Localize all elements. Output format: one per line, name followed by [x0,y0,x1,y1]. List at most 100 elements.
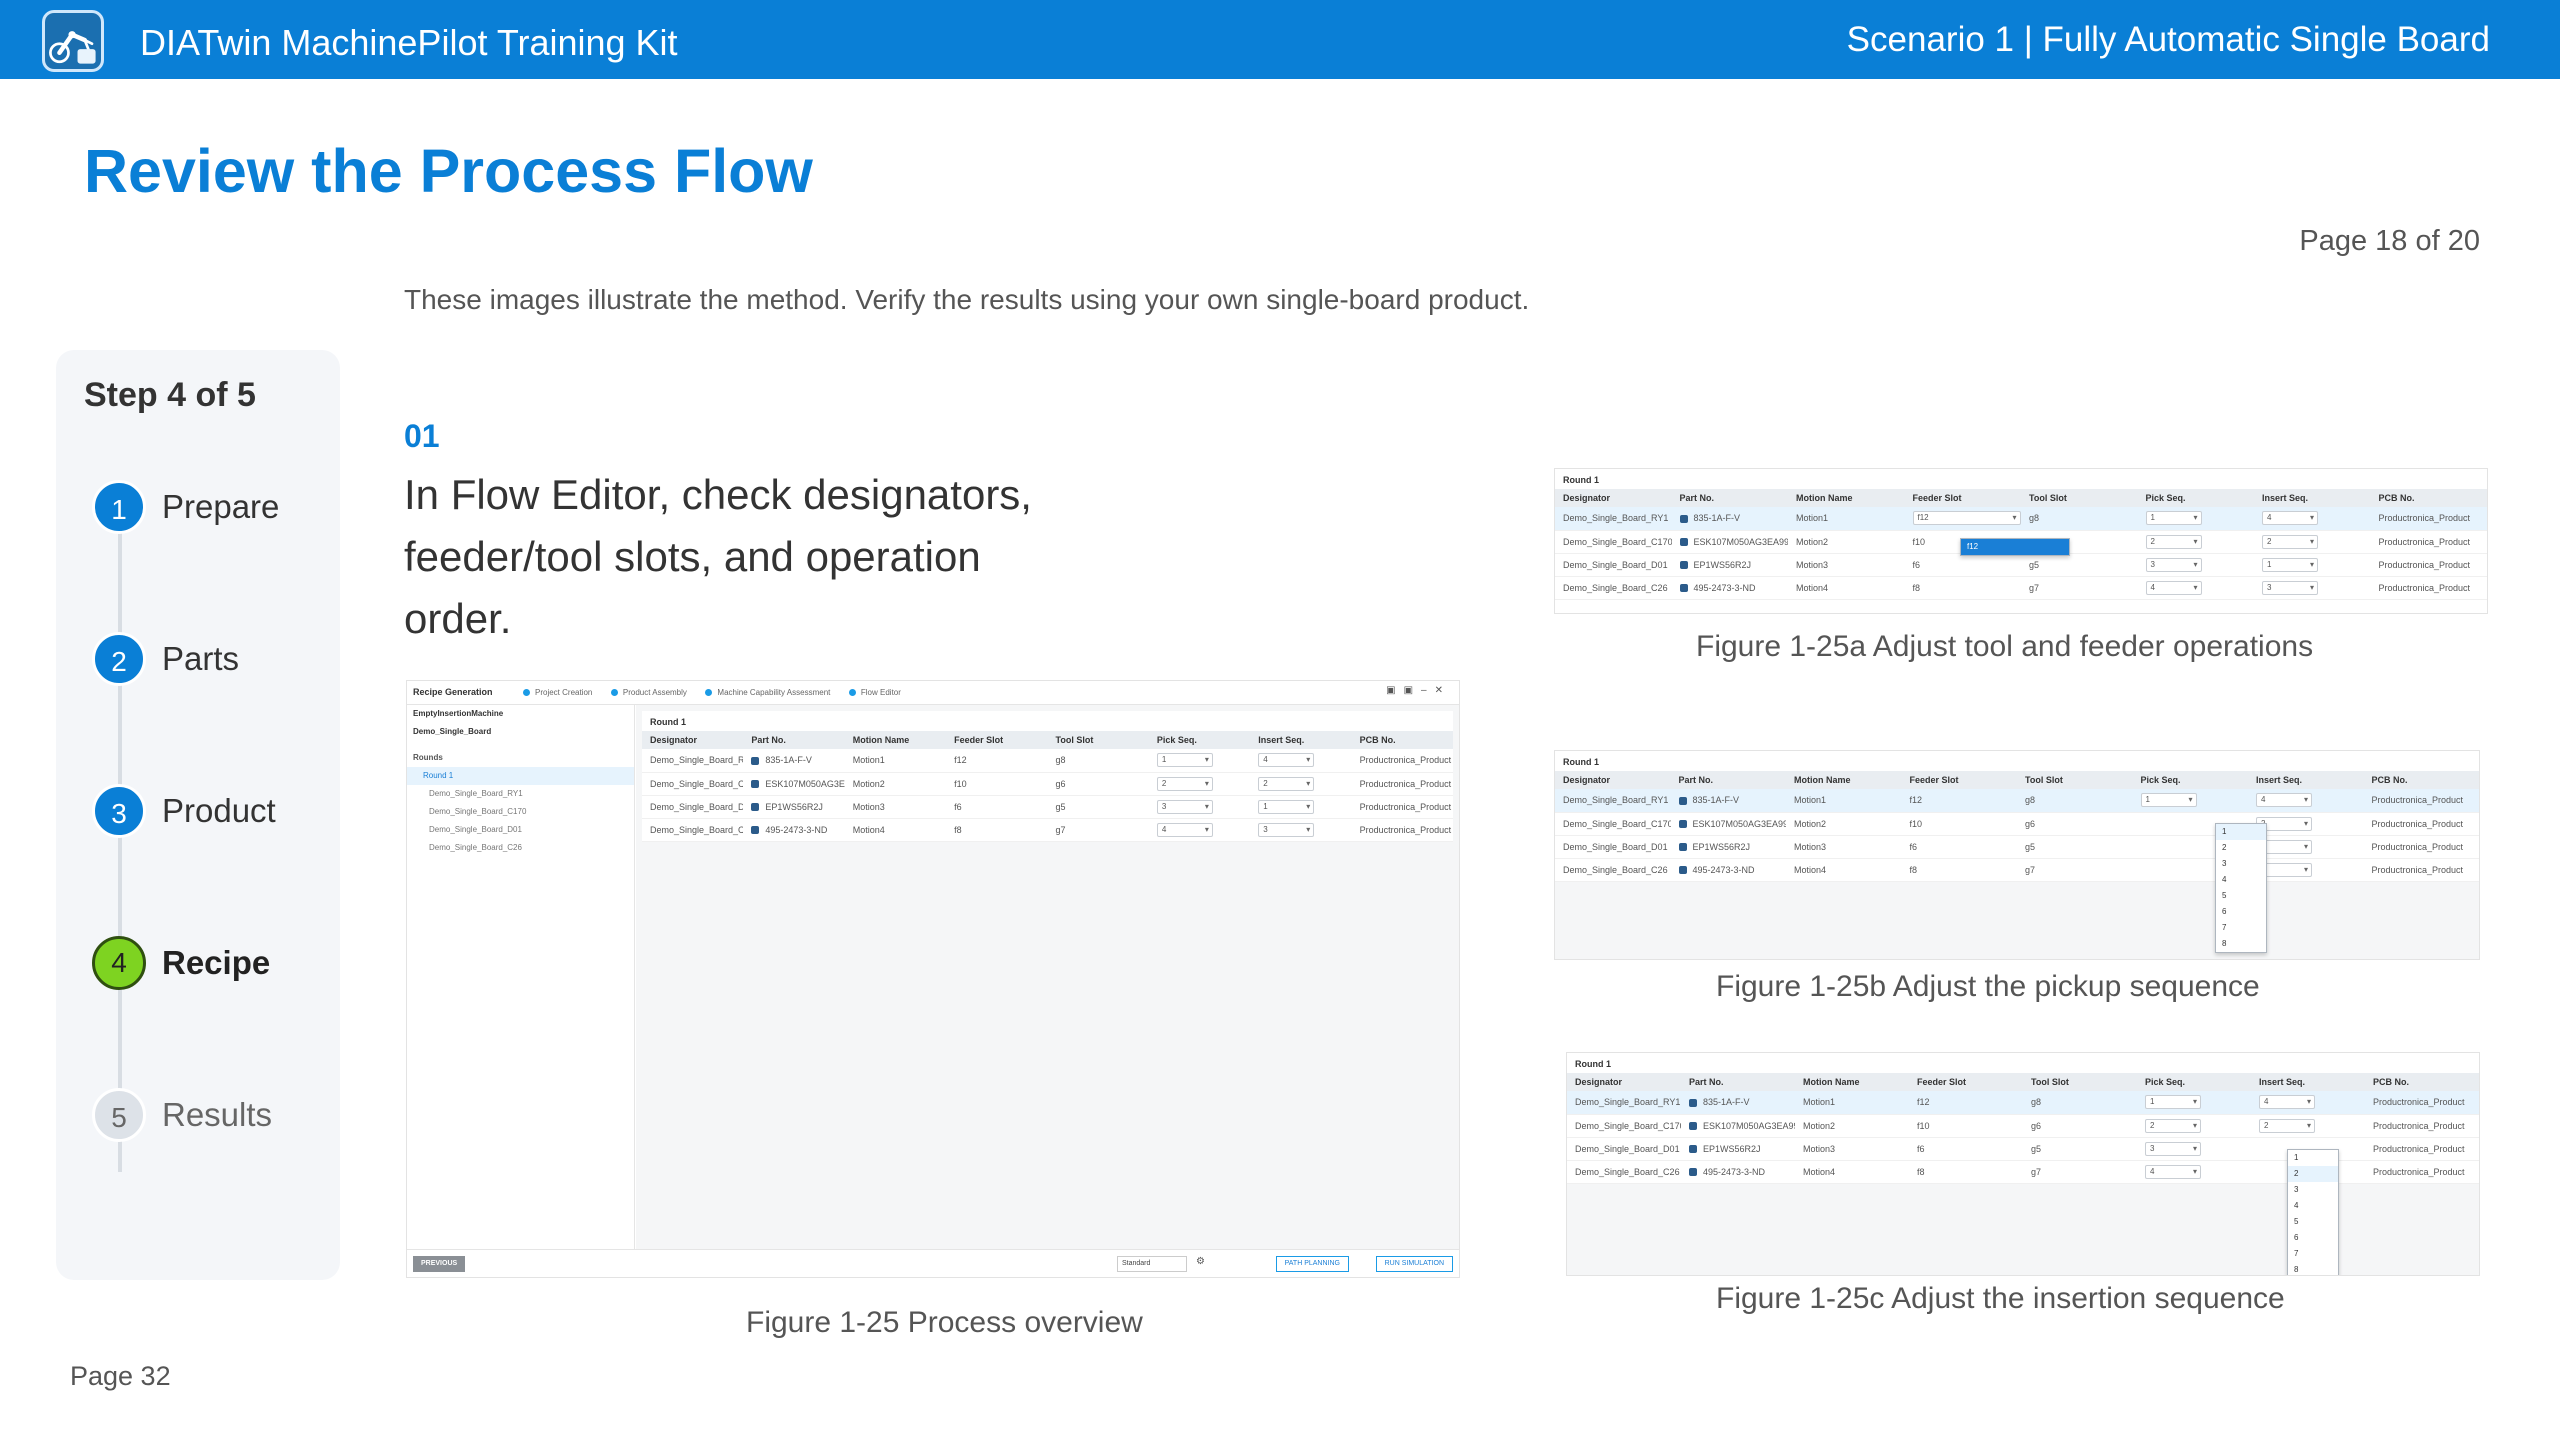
tree-machine[interactable]: EmptyInsertionMachine [407,705,634,723]
table-row[interactable]: Demo_Single_Board_RY1 835-1A-F-V Motion1… [1555,789,2479,813]
cell-feeder[interactable]: f10 [946,772,1048,796]
table-row[interactable]: Demo_Single_Board_D01 EP1WS56R2J Motion3… [1555,835,2479,859]
pick-seq-select[interactable]: 1 [2145,511,2202,526]
cell-feeder[interactable]: f8 [1904,576,2021,600]
cell-feeder[interactable]: f8 [946,818,1048,842]
dropdown-option[interactable]: f12 [1961,539,2069,555]
pick-seq-select[interactable]: 1 [2140,793,2197,808]
cell-tool[interactable]: g5 [1047,795,1149,819]
pick-seq-select[interactable]: 2 [1156,776,1213,791]
table-row[interactable]: Demo_Single_Board_D01 EP1WS56R2J Motion3… [1567,1137,2479,1161]
crumb-flow-editor[interactable]: Flow Editor [849,688,901,697]
cell-tool[interactable]: g7 [1047,818,1149,842]
cell-tool[interactable]: g8 [1047,749,1149,773]
tree-board[interactable]: Demo_Single_Board [407,723,634,741]
dropdown-option[interactable]: 8 [2288,1262,2338,1275]
tree-child[interactable]: Demo_Single_Board_D01 [407,821,634,839]
insert-seq-select[interactable]: 2 [2262,534,2318,549]
mode-select[interactable]: Standard [1117,1256,1187,1272]
dropdown-option[interactable]: 1 [2216,824,2266,840]
table-row[interactable]: Demo_Single_Board_RY1 835-1A-F-V Motion1… [1567,1091,2479,1115]
dropdown-option[interactable]: 4 [2216,872,2266,888]
crumb-product-assembly[interactable]: Product Assembly [611,688,687,697]
gear-icon[interactable]: ⚙ [1196,1256,1205,1267]
pick-seq-select[interactable]: 1 [2145,1095,2201,1110]
cell-tool[interactable]: g8 [2021,507,2138,531]
pick-seq-select[interactable]: 2 [2145,534,2202,549]
pick-seq-select[interactable]: 3 [2145,557,2202,572]
dropdown-option[interactable]: 3 [2216,856,2266,872]
step-product[interactable]: 3 Product [92,784,332,840]
cell-tool[interactable]: g7 [2021,576,2138,600]
window-controls[interactable]: ▣▣–✕ [1386,685,1451,696]
insert-seq-select[interactable]: 2 [1258,776,1315,791]
pick-seq-select[interactable]: 3 [2145,1141,2201,1156]
insert-seq-select[interactable]: 1 [1258,799,1315,814]
table-row[interactable]: Demo_Single_Board_C26 495-2473-3-ND Moti… [1555,858,2479,882]
dropdown-option[interactable]: 6 [2288,1230,2338,1246]
dropdown-option[interactable]: 3 [2288,1182,2338,1198]
dropdown-option[interactable]: 7 [2288,1246,2338,1262]
cell-tool[interactable]: g8 [2023,1091,2137,1115]
pick-seq-select[interactable]: 4 [2145,580,2202,595]
dropdown-option[interactable]: 8 [2216,936,2266,952]
crumb-machine-capability[interactable]: Machine Capability Assessment [705,688,830,697]
tree-child[interactable]: Demo_Single_Board_C170 [407,803,634,821]
insert-seq-select[interactable]: 4 [1258,753,1315,768]
tree-child[interactable]: Demo_Single_Board_C26 [407,839,634,857]
cell-tool[interactable]: g7 [2023,1160,2137,1184]
cell-feeder[interactable]: f6 [1909,1137,2023,1161]
cell-tool[interactable]: g6 [2023,1114,2137,1138]
pick-seq-select[interactable]: 4 [1156,822,1213,837]
pick-seq-select[interactable]: 1 [1156,753,1213,768]
run-simulation-button[interactable]: RUN SIMULATION [1375,1256,1453,1272]
dropdown-option[interactable]: 4 [2288,1198,2338,1214]
step-recipe[interactable]: 4 Recipe [92,936,332,992]
cell-tool[interactable]: g5 [2017,835,2133,859]
crumb-project-creation[interactable]: Project Creation [523,688,592,697]
insert-seq-select[interactable]: 3 [1258,822,1315,837]
step-prepare[interactable]: 1 Prepare [92,480,332,536]
previous-button[interactable]: PREVIOUS [413,1256,466,1272]
pick-seq-select[interactable]: 3 [1156,799,1213,814]
step-parts[interactable]: 2 Parts [92,632,332,688]
cell-feeder[interactable]: f12 [1901,789,2017,813]
cell-feeder[interactable]: f6 [946,795,1048,819]
table-row[interactable]: Demo_Single_Board_C170 ESK107M050AG3EA99… [1555,812,2479,836]
cell-feeder[interactable]: f12 [946,749,1048,773]
cell-tool[interactable]: g8 [2017,789,2133,813]
table-row[interactable]: Demo_Single_Board_C26 495-2473-3-ND Moti… [1555,576,2487,600]
insert-seq-select[interactable]: 2 [2259,1118,2315,1133]
table-row[interactable]: Demo_Single_Board_C26 495-2473-3-ND Moti… [642,818,1453,842]
cell-feeder[interactable]: f6 [1901,835,2017,859]
feeder-slot-select[interactable]: f12 [1912,511,2021,526]
cell-tool[interactable]: g6 [2017,812,2133,836]
cell-tool[interactable]: g5 [2023,1137,2137,1161]
dropdown-option[interactable]: 5 [2288,1214,2338,1230]
path-planning-button[interactable]: PATH PLANNING [1275,1256,1349,1272]
insert-seq-select[interactable]: 4 [2256,793,2312,808]
table-row[interactable]: Demo_Single_Board_D01 EP1WS56R2J Motion3… [1555,553,2487,577]
cell-feeder[interactable]: f10 [1901,812,2017,836]
step-results[interactable]: 5 Results [92,1088,332,1144]
insert-seq-select[interactable]: 1 [2262,557,2318,572]
dropdown-option[interactable]: 1 [2288,1150,2338,1166]
pick-seq-select[interactable]: 4 [2145,1164,2201,1179]
table-row[interactable]: Demo_Single_Board_C170 ESK107M050AG3EA99… [1567,1114,2479,1138]
cell-tool[interactable]: g6 [1047,772,1149,796]
table-row[interactable]: Demo_Single_Board_C26 495-2473-3-ND Moti… [1567,1160,2479,1184]
tree-round[interactable]: Round 1 [407,767,634,785]
dropdown-option[interactable]: 7 [2216,920,2266,936]
cell-feeder[interactable]: f12 [1909,1091,2023,1115]
dropdown-option[interactable]: 5 [2216,888,2266,904]
table-row[interactable]: Demo_Single_Board_RY1 835-1A-F-V Motion1… [1555,507,2487,531]
insert-seq-select[interactable]: 3 [2262,580,2318,595]
table-row[interactable]: Demo_Single_Board_D01 EP1WS56R2J Motion3… [642,795,1453,819]
insert-seq-select[interactable]: 4 [2259,1095,2315,1110]
cell-feeder[interactable]: f10 [1909,1114,2023,1138]
cell-feeder[interactable]: f6 [1904,553,2021,577]
cell-tool[interactable]: g5 [2021,553,2138,577]
cell-feeder[interactable]: f8 [1909,1160,2023,1184]
tree-child[interactable]: Demo_Single_Board_RY1 [407,785,634,803]
dropdown-option[interactable]: 2 [2288,1166,2338,1182]
